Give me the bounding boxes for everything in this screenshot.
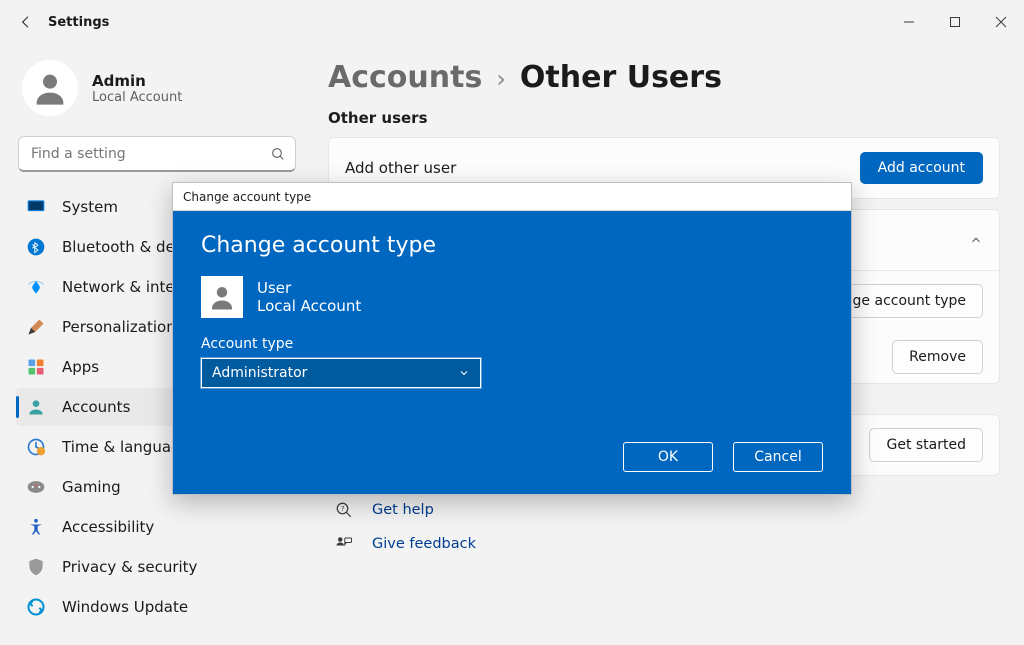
system-icon <box>26 197 46 217</box>
profile-subtext: Local Account <box>92 90 182 105</box>
account-type-select[interactable]: Administrator <box>201 358 481 388</box>
breadcrumb: Accounts › Other Users <box>328 60 1000 95</box>
maximize-button[interactable] <box>932 0 978 44</box>
nav-label: Apps <box>62 358 99 376</box>
change-account-type-dialog: Change account type Change account type … <box>172 182 852 495</box>
nav-label: Privacy & security <box>62 558 197 576</box>
svg-text:?: ? <box>341 505 345 513</box>
accounts-icon <box>26 397 46 417</box>
search-container <box>18 136 296 172</box>
search-icon <box>270 146 286 162</box>
profile-name: Admin <box>92 72 182 90</box>
row-label: Add other user <box>345 159 456 177</box>
chevron-up-icon <box>969 233 983 247</box>
ok-button[interactable]: OK <box>623 442 713 472</box>
back-button[interactable] <box>6 2 46 42</box>
personalization-icon <box>26 317 46 337</box>
bluetooth-icon <box>26 237 46 257</box>
help-icon: ? <box>334 500 354 520</box>
dialog-user-name: User <box>257 279 361 297</box>
cancel-button[interactable]: Cancel <box>733 442 823 472</box>
nav-label: Windows Update <box>62 598 188 616</box>
dialog-actions: OK Cancel <box>201 442 823 472</box>
dialog-heading: Change account type <box>201 233 823 258</box>
nav-label: System <box>62 198 118 216</box>
close-button[interactable] <box>978 0 1024 44</box>
search-input[interactable] <box>18 136 296 172</box>
give-feedback-row: Give feedback <box>328 534 1000 554</box>
dialog-titlebar: Change account type <box>173 183 851 211</box>
give-feedback-link[interactable]: Give feedback <box>372 536 476 552</box>
breadcrumb-parent[interactable]: Accounts <box>328 60 482 95</box>
titlebar: Settings <box>0 0 1024 44</box>
nav-label: Accounts <box>62 398 130 416</box>
windows-update-icon <box>26 597 46 617</box>
help-links: ? Get help Give feedback <box>328 500 1000 554</box>
minimize-button[interactable] <box>886 0 932 44</box>
avatar-icon <box>22 60 78 116</box>
dialog-window-title: Change account type <box>183 190 311 204</box>
chevron-right-icon: › <box>496 65 506 93</box>
window-controls <box>886 0 1024 44</box>
dialog-user-sub: Local Account <box>257 297 361 315</box>
dialog-user-block: User Local Account <box>201 276 823 318</box>
remove-button[interactable]: Remove <box>892 340 983 374</box>
privacy-icon <box>26 557 46 577</box>
nav-label: Gaming <box>62 478 121 496</box>
nav-label: Accessibility <box>62 518 154 536</box>
profile-header[interactable]: Admin Local Account <box>16 54 298 130</box>
breadcrumb-current: Other Users <box>520 60 722 95</box>
window-title: Settings <box>48 15 109 30</box>
network-icon <box>26 277 46 297</box>
nav-item-privacy[interactable]: Privacy & security <box>16 548 298 586</box>
gaming-icon <box>26 477 46 497</box>
get-started-button[interactable]: Get started <box>869 428 983 462</box>
accessibility-icon <box>26 517 46 537</box>
chevron-down-icon <box>458 367 470 379</box>
account-type-selected-value: Administrator <box>212 365 307 381</box>
get-help-row: ? Get help <box>328 500 1000 520</box>
nav-item-accessibility[interactable]: Accessibility <box>16 508 298 546</box>
nav-label: Personalization <box>62 318 176 336</box>
nav-label: Time & language <box>62 438 190 456</box>
dialog-avatar-icon <box>201 276 243 318</box>
get-help-link[interactable]: Get help <box>372 502 434 518</box>
add-account-button[interactable]: Add account <box>860 152 983 184</box>
feedback-icon <box>334 534 354 554</box>
dialog-field-label: Account type <box>201 336 823 352</box>
section-heading: Other users <box>328 109 1000 127</box>
apps-icon <box>26 357 46 377</box>
time-language-icon <box>26 437 46 457</box>
nav-item-windows-update[interactable]: Windows Update <box>16 588 298 626</box>
